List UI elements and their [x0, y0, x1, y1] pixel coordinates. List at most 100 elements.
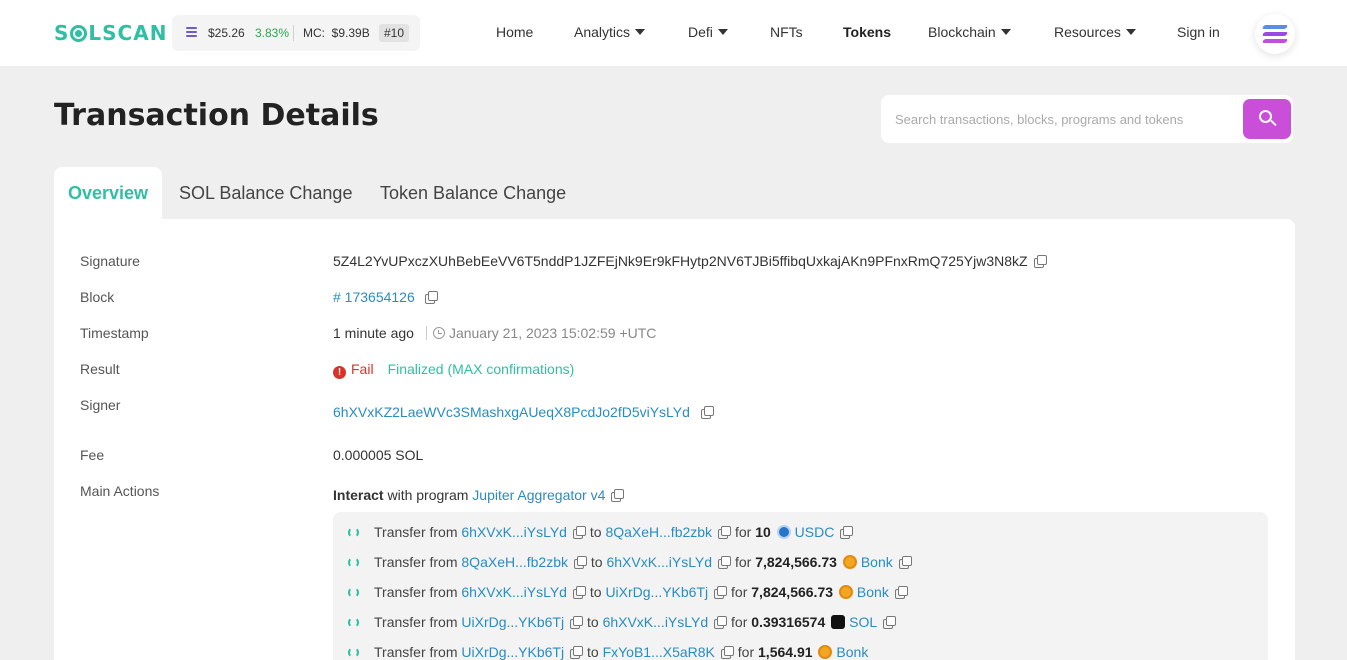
block-row: # 173654126 — [333, 289, 438, 305]
transfer-icon — [348, 647, 359, 658]
to-address-link[interactable]: UiXrDg...YKb6Tj — [605, 584, 708, 600]
sol-price-change: 3.83% — [255, 26, 290, 40]
tab-token-balance-change[interactable]: Token Balance Change — [380, 167, 566, 222]
action-prefix: Transfer from — [374, 554, 458, 570]
copy-icon[interactable] — [898, 556, 912, 569]
nav-resources-label: Resources — [1054, 24, 1121, 40]
caret-down-icon — [1125, 29, 1136, 35]
nav-nfts[interactable]: NFTs — [770, 24, 803, 40]
copy-icon[interactable] — [840, 526, 854, 539]
to-label: to — [586, 644, 599, 660]
interact-label: Interact — [333, 487, 384, 503]
to-address-link[interactable]: 6hXVxK...iYsLYd — [606, 554, 712, 570]
solana-icon — [186, 27, 197, 38]
tab-sol-balance-change[interactable]: SOL Balance Change — [179, 167, 352, 222]
timestamp-row: 1 minute ago January 21, 2023 15:02:59 +U… — [333, 325, 656, 341]
program-link[interactable]: Jupiter Aggregator v4 — [472, 487, 605, 503]
copy-icon[interactable] — [718, 526, 732, 539]
signature-value: 5Z4L2YvUPxczXUhBebEeVV6T5nddP1JZFEjNk9Er… — [333, 253, 1028, 269]
transfer-amount: 10 — [755, 524, 771, 540]
copy-icon[interactable] — [700, 406, 714, 419]
caret-down-icon — [635, 29, 646, 35]
main-actions-label: Main Actions — [80, 483, 160, 499]
clock-icon — [432, 327, 445, 339]
divider — [425, 326, 427, 340]
token-link[interactable]: Bonk — [836, 644, 868, 660]
from-address-link[interactable]: UiXrDg...YKb6Tj — [461, 614, 564, 630]
from-address-link[interactable]: 6hXVxK...iYsLYd — [461, 584, 567, 600]
nav-home[interactable]: Home — [496, 24, 533, 40]
sol-price-widget: $25.26 3.83% MC: $9.39B #10 — [172, 15, 420, 51]
nav-sign-in-label: Sign in — [1177, 24, 1220, 40]
token-link[interactable]: Bonk — [861, 554, 893, 570]
copy-icon[interactable] — [883, 616, 897, 629]
copy-icon[interactable] — [570, 646, 584, 659]
copy-icon[interactable] — [574, 556, 588, 569]
nav-analytics[interactable]: Analytics — [574, 24, 646, 40]
copy-icon[interactable] — [572, 586, 586, 599]
search-button[interactable] — [1243, 99, 1291, 139]
copy-icon[interactable] — [894, 586, 908, 599]
for-label: for — [731, 614, 748, 630]
copy-icon[interactable] — [718, 556, 732, 569]
token-link[interactable]: SOL — [849, 614, 877, 630]
nav-tokens[interactable]: Tokens — [843, 24, 891, 40]
divider — [293, 25, 294, 41]
solscan-logo[interactable]: S LSCAN — [54, 21, 167, 45]
signer-link[interactable]: 6hXVxKZ2LaeWVc3SMashxgAUeqX8PcdJo2fD5viY… — [333, 404, 690, 420]
to-address-link[interactable]: FxYoB1...X5aR8K — [603, 644, 715, 660]
copy-icon[interactable] — [424, 291, 438, 304]
fee-label: Fee — [80, 447, 105, 463]
to-address-link[interactable]: 8QaXeH...fb2zbk — [605, 524, 712, 540]
for-label: for — [731, 584, 748, 600]
to-label: to — [586, 614, 599, 630]
nav-blockchain[interactable]: Blockchain — [928, 24, 1011, 40]
nav-sign-in[interactable]: Sign in — [1177, 24, 1220, 40]
copy-icon[interactable] — [720, 646, 734, 659]
transfer-icon — [348, 587, 359, 598]
market-cap-label: MC: — [303, 26, 325, 40]
transfer-icon — [348, 617, 359, 628]
to-address-link[interactable]: 6hXVxK...iYsLYd — [603, 614, 709, 630]
solana-menu-icon[interactable] — [1255, 14, 1295, 54]
nav-analytics-label: Analytics — [574, 24, 631, 40]
fee-value: 0.000005 SOL — [333, 447, 424, 463]
signer-row: 6hXVxKZ2LaeWVc3SMashxgAUeqX8PcdJo2fD5viY… — [333, 404, 714, 420]
block-link[interactable]: # 173654126 — [333, 289, 415, 305]
from-address-link[interactable]: 8QaXeH...fb2zbk — [461, 554, 568, 570]
nav-resources[interactable]: Resources — [1054, 24, 1136, 40]
search-input[interactable] — [895, 107, 1235, 131]
nav-tokens-label: Tokens — [843, 24, 891, 40]
timestamp-value: January 21, 2023 15:02:59 +UTC — [448, 325, 657, 341]
time-ago: 1 minute ago — [333, 325, 414, 341]
copy-icon[interactable] — [714, 586, 728, 599]
page-title: Transaction Details — [54, 98, 379, 133]
result-finality: Finalized (MAX confirmations) — [387, 361, 575, 377]
copy-icon[interactable] — [714, 616, 728, 629]
interact-text: with program — [387, 487, 469, 503]
top-header: S LSCAN $25.26 3.83% MC: $9.39B #10 Home … — [0, 0, 1347, 66]
nav-defi[interactable]: Defi — [688, 24, 728, 40]
tab-overview[interactable]: Overview — [54, 167, 162, 222]
token-link[interactable]: Bonk — [857, 584, 889, 600]
copy-icon[interactable] — [611, 489, 625, 502]
block-label: Block — [80, 289, 115, 305]
alert-icon: ! — [333, 366, 346, 379]
logo-suffix: LSCAN — [88, 21, 168, 45]
from-address-link[interactable]: UiXrDg...YKb6Tj — [461, 644, 564, 660]
token-link[interactable]: USDC — [795, 524, 835, 540]
result-label: Result — [80, 361, 120, 377]
copy-icon[interactable] — [1033, 255, 1047, 268]
for-label: for — [734, 554, 752, 570]
list-item: Transfer from 6hXVxK...iYsLYd to 8QaXeH.… — [348, 524, 854, 540]
action-prefix: Transfer from — [374, 614, 458, 630]
timestamp-label: Timestamp — [80, 325, 149, 341]
from-address-link[interactable]: 6hXVxK...iYsLYd — [461, 524, 567, 540]
bonk-icon — [842, 555, 857, 569]
copy-icon[interactable] — [570, 616, 584, 629]
to-label: to — [590, 554, 603, 570]
market-cap-value: $9.39B — [331, 26, 370, 40]
copy-icon[interactable] — [572, 526, 586, 539]
list-item: Transfer from UiXrDg...YKb6Tj to FxYoB1.… — [348, 644, 868, 660]
transfer-icon — [348, 527, 359, 538]
